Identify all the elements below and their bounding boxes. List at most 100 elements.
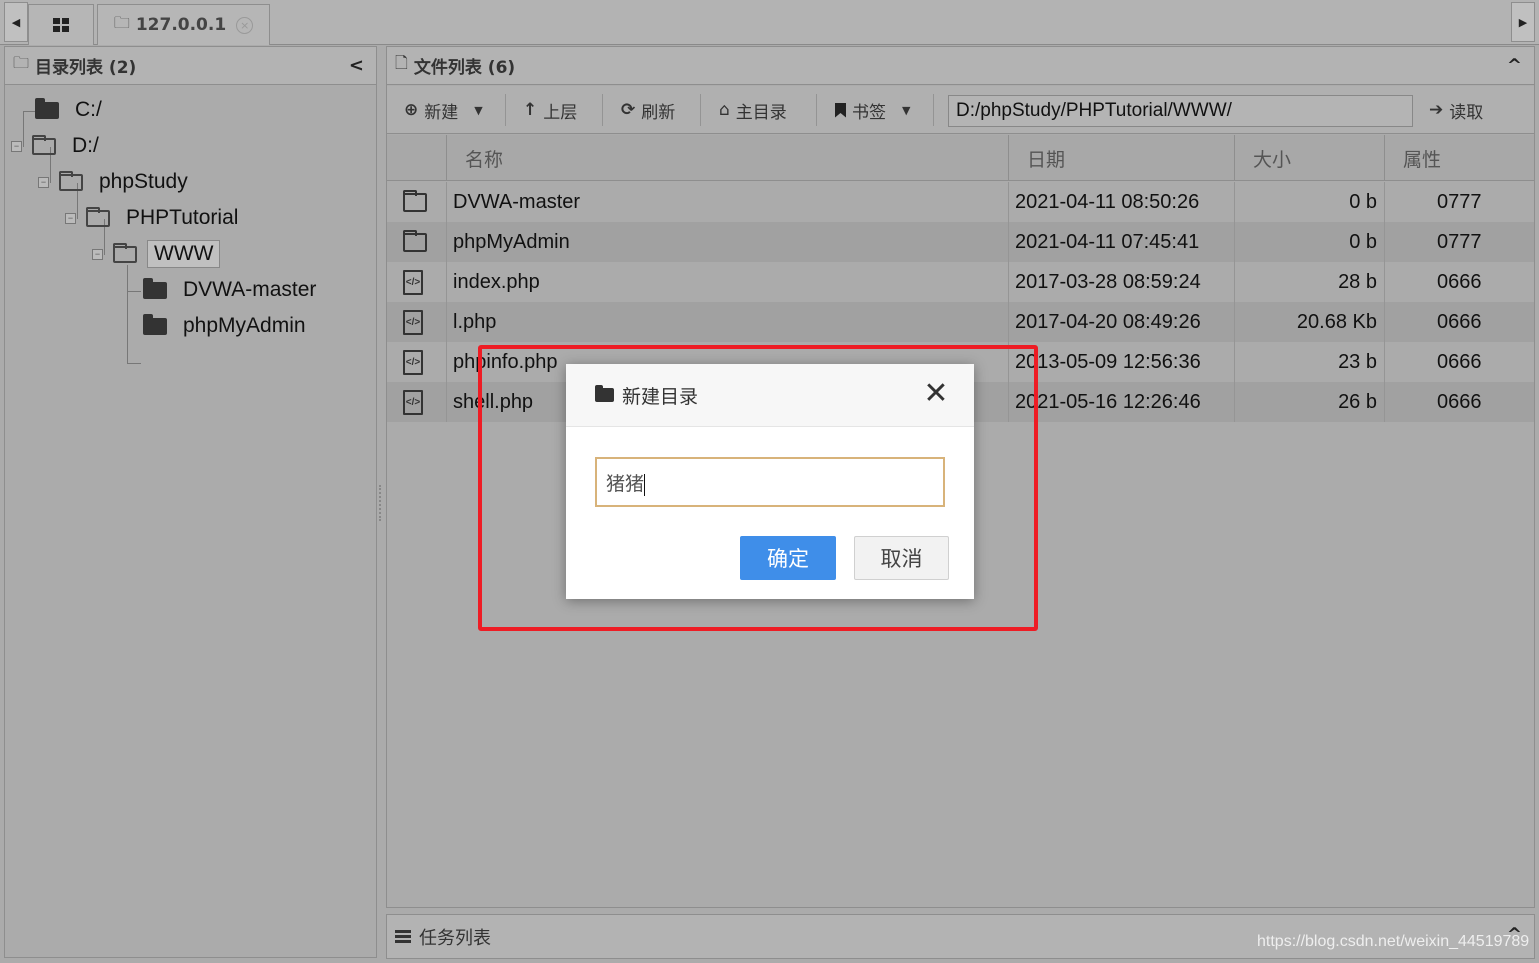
task-panel-title: 任务列表: [419, 927, 491, 949]
column-header-name[interactable]: 名称: [446, 135, 1008, 181]
read-button[interactable]: ➔ 读取: [1429, 95, 1483, 125]
text-cursor: [644, 473, 646, 496]
tree-node-label: C:/: [75, 98, 102, 121]
tree-line: [127, 363, 141, 364]
confirm-button[interactable]: 确定: [740, 536, 836, 580]
file-date: 2013-05-09 12:56:36: [1015, 350, 1201, 373]
arrow-up-icon: ↑: [523, 100, 538, 120]
arrow-right-icon: ➔: [1429, 100, 1444, 120]
code-file-icon: </>: [403, 349, 423, 375]
tree-node-phptutorial[interactable]: − PHPTutorial: [65, 204, 244, 232]
table-row[interactable]: phpMyAdmin 2021-04-11 07:45:41 0 b 0777: [387, 222, 1534, 262]
collapse-up-icon[interactable]: ^: [1507, 55, 1522, 76]
folder-icon: [403, 229, 427, 252]
tree-node-label: DVWA-master: [183, 278, 317, 301]
tree-node-label: D:/: [72, 134, 99, 157]
refresh-button[interactable]: ⟳ 刷新: [621, 95, 675, 125]
file-date: 2021-05-16 12:26:46: [1015, 390, 1201, 413]
column-divider: [446, 182, 447, 422]
collapse-left-icon[interactable]: <: [349, 55, 364, 76]
collapse-toggle-icon[interactable]: −: [38, 176, 49, 188]
refresh-button-label: 刷新: [641, 102, 676, 123]
panel-splitter[interactable]: [379, 485, 383, 521]
file-name: shell.php: [453, 390, 534, 413]
code-file-icon: </>: [403, 309, 423, 335]
bookmark-button[interactable]: 书签 ▼: [835, 95, 910, 125]
column-header-size[interactable]: 大小: [1234, 135, 1384, 181]
tree-node-c[interactable]: C:/: [35, 96, 108, 124]
code-file-icon: </>: [403, 269, 423, 295]
plus-circle-icon: ⊕: [404, 100, 419, 120]
file-attr: 0666: [1437, 390, 1482, 413]
file-icon: 🗋: [395, 53, 408, 72]
folder-open-icon: [86, 206, 110, 227]
dialog-header: 新建目录 ✕: [566, 364, 974, 427]
tree-node-label: phpMyAdmin: [183, 314, 306, 337]
cancel-button[interactable]: 取消: [854, 536, 949, 580]
bookmark-button-label: 书签: [852, 102, 886, 123]
file-attr: 0777: [1437, 190, 1482, 213]
tab-host[interactable]: 🗀 127.0.0.1 ×: [97, 4, 270, 45]
file-attr: 0666: [1437, 270, 1482, 293]
collapse-toggle-icon[interactable]: −: [65, 212, 76, 224]
directory-name-input[interactable]: 猪猪: [595, 457, 945, 507]
collapse-toggle-icon[interactable]: −: [92, 248, 103, 260]
folder-open-icon: [113, 242, 137, 263]
folder-closed-icon: [143, 277, 167, 299]
column-divider: [1384, 182, 1385, 422]
collapse-toggle-icon[interactable]: −: [11, 140, 22, 152]
close-icon[interactable]: ✕: [921, 379, 951, 410]
toolbar-divider: [816, 94, 817, 126]
bookmark-icon: [835, 102, 846, 118]
table-row[interactable]: DVWA-master 2021-04-11 08:50:26 0 b 0777: [387, 182, 1534, 222]
toolbar-divider: [700, 94, 701, 126]
tab-scroll-right-button[interactable]: ▶: [1511, 2, 1535, 42]
path-input[interactable]: D:/phpStudy/PHPTutorial/WWW/: [948, 95, 1413, 127]
table-row[interactable]: </> l.php 2017-04-20 08:49:26 20.68 Kb 0…: [387, 302, 1534, 342]
directory-panel-header: 🗀 目录列表 (2) <: [5, 47, 376, 85]
tab-grid-view[interactable]: [28, 4, 94, 45]
file-date: 2021-04-11 08:50:26: [1015, 190, 1200, 213]
file-date: 2017-03-28 08:59:24: [1015, 270, 1201, 293]
folder-open-icon: [32, 134, 56, 155]
new-button[interactable]: ⊕ 新建 ▼: [404, 95, 483, 125]
home-icon: ⌂: [719, 100, 730, 120]
file-size: 23 b: [1338, 350, 1377, 373]
file-size: 0 b: [1349, 230, 1377, 253]
tree-node-phpmyadmin[interactable]: phpMyAdmin: [143, 312, 312, 340]
file-size: 20.68 Kb: [1296, 310, 1377, 333]
up-button-label: 上层: [543, 102, 578, 123]
tree-node-phpstudy[interactable]: − phpStudy: [38, 168, 194, 196]
home-button-label: 主目录: [735, 102, 787, 123]
file-icon-cell: [403, 222, 433, 262]
file-icon-cell: </>: [403, 382, 433, 422]
dialog-title: 新建目录: [622, 385, 699, 408]
up-button[interactable]: ↑ 上层: [523, 95, 577, 125]
file-attr: 0777: [1437, 230, 1482, 253]
folder-icon: [403, 189, 427, 212]
refresh-icon: ⟳: [621, 100, 636, 120]
tab-close-icon[interactable]: ×: [236, 16, 254, 34]
file-size: 28 b: [1338, 270, 1377, 293]
tree-line: [127, 291, 141, 292]
directory-panel: 🗀 目录列表 (2) < C:/ − D:/ − phpStudy − PHPT…: [4, 46, 377, 958]
file-icon-cell: </>: [403, 342, 433, 382]
column-header-attr[interactable]: 属性: [1384, 135, 1534, 181]
toolbar-divider: [933, 94, 934, 126]
tree-node-d[interactable]: − D:/: [11, 132, 105, 160]
column-header-date[interactable]: 日期: [1008, 135, 1234, 181]
file-list-header: 🗋 文件列表 (6) ^: [387, 47, 1534, 85]
folder-open-icon: [59, 170, 83, 191]
tree-node-www[interactable]: − WWW: [92, 240, 221, 268]
directory-panel-title: 目录列表 (2): [35, 58, 137, 78]
column-divider: [1234, 182, 1235, 422]
toolbar-divider: [505, 94, 506, 126]
tab-scroll-left-button[interactable]: ◀: [4, 2, 28, 42]
tree-line: [23, 111, 35, 112]
table-row[interactable]: </> index.php 2017-03-28 08:59:24 28 b 0…: [387, 262, 1534, 302]
file-name: l.php: [453, 310, 497, 333]
read-button-label: 读取: [1449, 102, 1484, 123]
tree-node-dvwa-master[interactable]: DVWA-master: [143, 276, 322, 304]
home-button[interactable]: ⌂ 主目录: [719, 95, 787, 125]
folder-closed-icon: [35, 97, 59, 119]
